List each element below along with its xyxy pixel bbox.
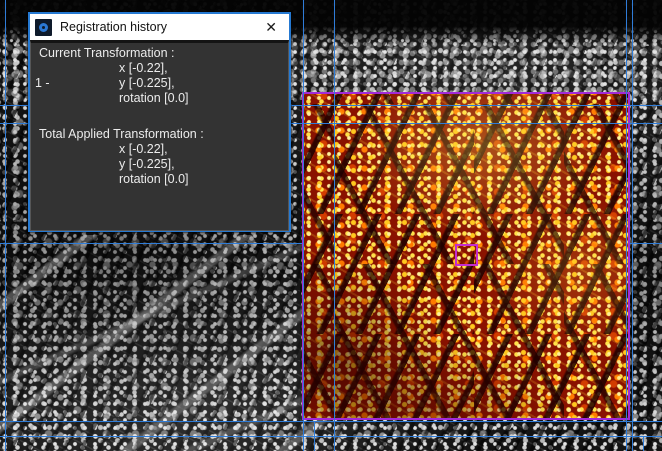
blue-ring-icon bbox=[39, 23, 48, 32]
registration-app-icon bbox=[35, 19, 52, 36]
total-transformation-block: Total Applied Transformation : x [-0.22]… bbox=[31, 127, 288, 187]
layer-bound-segment-v bbox=[643, 436, 644, 451]
layer-bound-line-v bbox=[626, 0, 627, 451]
window-titlebar[interactable]: Registration history ✕ bbox=[30, 14, 289, 40]
image-viewer-canvas[interactable]: Registration history ✕ 1 - Current Trans… bbox=[0, 0, 662, 451]
current-rotation-value: rotation [0.0] bbox=[31, 91, 288, 106]
total-x-value: x [-0.22], bbox=[31, 142, 288, 157]
layer-bound-line-v bbox=[334, 0, 335, 451]
current-transformation-block: Current Transformation : x [-0.22], y [-… bbox=[31, 46, 288, 106]
layer-bound-line-v bbox=[5, 0, 6, 451]
current-transformation-heading: Current Transformation : bbox=[31, 46, 288, 61]
layer-bound-line-h bbox=[0, 421, 662, 422]
total-rotation-value: rotation [0.0] bbox=[31, 172, 288, 187]
layer-bound-line-v bbox=[632, 0, 633, 451]
registration-history-window[interactable]: Registration history ✕ 1 - Current Trans… bbox=[28, 12, 291, 232]
history-panel: 1 - Current Transformation : x [-0.22], … bbox=[30, 40, 289, 231]
total-y-value: y [-0.225], bbox=[31, 157, 288, 172]
layer-bound-line-h bbox=[0, 436, 662, 437]
selection-roi[interactable] bbox=[455, 244, 478, 266]
layer-bound-line-v bbox=[303, 0, 304, 451]
current-x-value: x [-0.22], bbox=[31, 61, 288, 76]
close-icon[interactable]: ✕ bbox=[261, 18, 281, 36]
current-y-value: y [-0.225], bbox=[31, 76, 288, 91]
history-entry-index: 1 - bbox=[35, 76, 50, 91]
total-transformation-heading: Total Applied Transformation : bbox=[31, 127, 288, 142]
window-title: Registration history bbox=[60, 20, 167, 34]
layer-bound-segment-v bbox=[314, 421, 315, 451]
